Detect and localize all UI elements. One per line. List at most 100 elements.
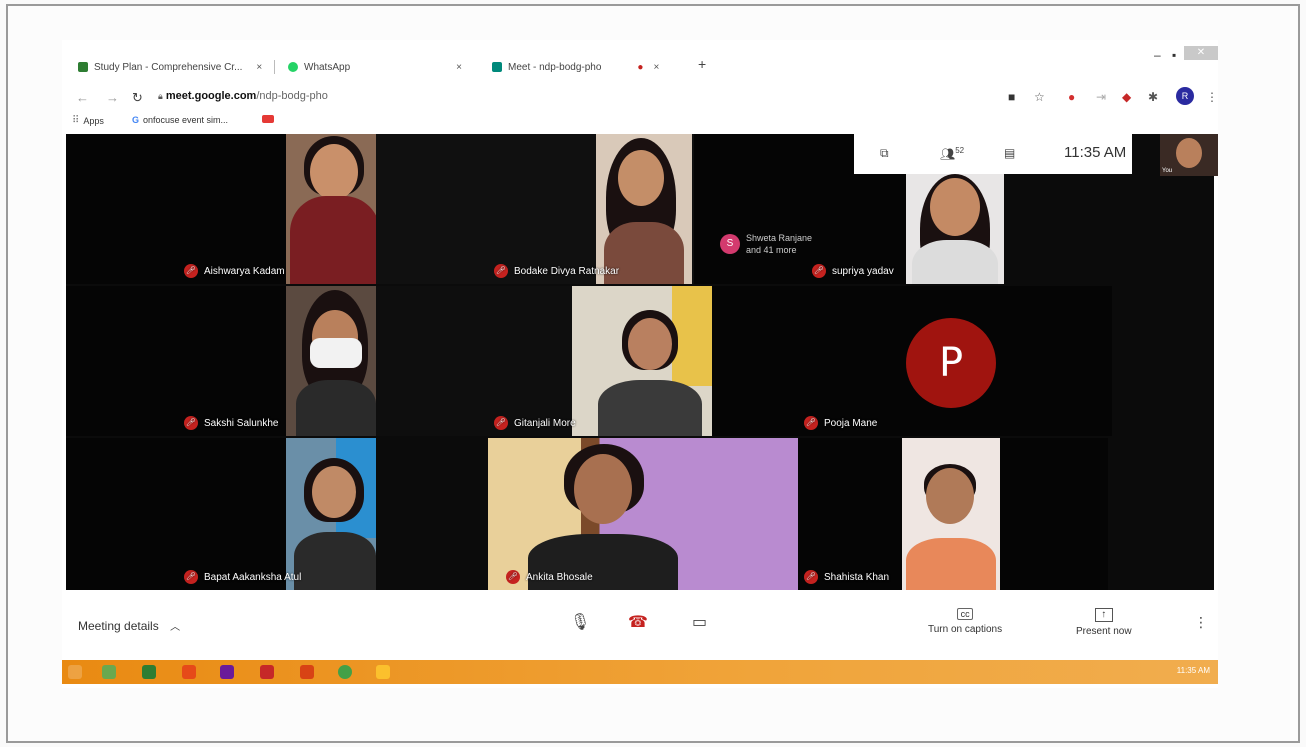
layout-icon[interactable]: ⧉ [880, 146, 889, 161]
google-g-icon: G [132, 115, 140, 125]
participant-avatar: P [906, 318, 996, 408]
participant-tile[interactable]: 🎤︎ Sakshi Salunkhe [66, 286, 376, 436]
url-path: /ndp-bodg-pho [256, 90, 328, 102]
tab-whatsapp[interactable]: WhatsApp × [288, 56, 462, 78]
menu-dots-icon[interactable]: ⋮ [1206, 90, 1218, 104]
leave-call-button[interactable]: ☎︎ [628, 612, 648, 632]
profile-avatar[interactable]: R [1176, 87, 1194, 105]
participant-name: 🎤︎ Shahista Khan [804, 570, 890, 584]
tab-title: Meet - ndp-bodg-pho [508, 61, 602, 73]
participant-video [906, 174, 1004, 284]
participant-tile[interactable]: 🎤︎ Gitanjali More [376, 286, 712, 436]
participants-summary-name: Shweta Ranjane [746, 233, 813, 243]
participants-summary[interactable]: S Shweta Ranjane and 41 more [720, 232, 812, 256]
participant-video [572, 286, 712, 436]
address-bar: ← → ↻ 🔒︎ meet.google.com/ndp-bodg-pho ■ … [62, 84, 1218, 110]
close-tab-icon[interactable]: × [653, 62, 659, 73]
meet-video-grid: 🎤︎ Aishwarya Kadam 🎤︎ Bodake Divya Ratna… [66, 134, 1214, 590]
participant-name: 🎤︎ Bodake Divya Ratnakar [494, 264, 620, 278]
participants-icon[interactable]: 👥︎52 [940, 146, 964, 161]
back-icon[interactable]: ← [76, 90, 89, 105]
start-button[interactable] [68, 665, 82, 679]
firefox-icon[interactable] [182, 665, 196, 679]
taskbar-app-icon[interactable] [260, 665, 274, 679]
tab-title: Study Plan - Comprehensive Cr... [94, 61, 243, 73]
meet-control-bar: Meeting details ︿ 🎙︎ ☎︎ ▭ cc Turn on cap… [62, 590, 1218, 658]
chat-icon[interactable]: ▤ [1004, 146, 1015, 160]
extension-icon[interactable]: ⇥ [1096, 90, 1106, 104]
bookmarks-bar: ⠿ Apps G onfocuse event sim... [62, 110, 1218, 132]
participant-tile[interactable]: P 🎤︎ Pooja Mane [712, 286, 1112, 436]
tab-meet[interactable]: Meet - ndp-bodg-pho ● × [492, 56, 659, 78]
forward-icon[interactable]: → [106, 90, 119, 105]
apps-grid-icon: ⠿ [72, 115, 80, 126]
present-now-button[interactable]: ↑ Present now [1076, 608, 1132, 637]
recording-dot-icon: ● [637, 61, 644, 73]
url-field[interactable]: 🔒︎ meet.google.com/ndp-bodg-pho [158, 90, 328, 102]
meet-top-panel: ⧉ 👥︎52 ▤ 11:35 AM [854, 134, 1132, 174]
url-host: meet.google.com [165, 90, 257, 102]
self-view-label: You [1162, 168, 1173, 174]
extensions-puzzle-icon[interactable]: ✱ [1148, 90, 1158, 104]
participant-name: 🎤︎ Gitanjali More [494, 416, 576, 430]
participant-video [286, 438, 376, 590]
bookmark-youtube[interactable] [262, 115, 274, 123]
chevron-up-icon: ︿ [170, 622, 181, 633]
participant-tile[interactable]: 🎤︎ Bapat Aakanksha Atul [66, 438, 376, 590]
participant-tile[interactable]: 🎤︎ Shahista Khan [798, 438, 1108, 590]
file-explorer-icon[interactable] [376, 665, 390, 679]
participant-video [488, 438, 798, 590]
participant-tile[interactable]: 🎤︎ Aishwarya Kadam [66, 134, 376, 284]
taskbar-clock: 11:35 AM [1176, 666, 1210, 675]
self-view[interactable]: You [1160, 134, 1218, 176]
present-icon: ↑ [1094, 608, 1113, 622]
participant-name: 🎤︎ Ankita Bhosale [506, 570, 593, 584]
visual-studio-icon[interactable] [220, 665, 234, 679]
bookmark-star-icon[interactable]: ☆ [1034, 90, 1045, 104]
new-tab-button[interactable]: + [698, 56, 706, 72]
participant-video [596, 134, 692, 284]
meet-clock: 11:35 AM [1064, 144, 1127, 161]
tab-divider [274, 60, 275, 74]
maximize-icon[interactable]: ▪ [1172, 48, 1176, 62]
mic-off-icon: 🎤︎ [184, 416, 198, 430]
extension-opera-icon[interactable]: ● [1068, 90, 1075, 104]
mic-off-icon: 🎤︎ [494, 416, 508, 430]
minimize-icon[interactable]: – [1154, 48, 1161, 62]
reload-icon[interactable]: ↻ [132, 90, 143, 106]
participant-video [286, 134, 376, 284]
tab-study-plan[interactable]: Study Plan - Comprehensive Cr... × [78, 56, 262, 78]
participants-summary-more: and 41 more [746, 245, 797, 255]
microphone-button[interactable]: 🎙︎ [570, 612, 590, 632]
captions-button[interactable]: cc Turn on captions [928, 608, 1002, 635]
extension-shield-icon[interactable]: ◆ [1122, 90, 1131, 104]
taskbar-app-icon[interactable] [300, 665, 314, 679]
bookmark-apps[interactable]: ⠿ Apps [72, 115, 104, 126]
participant-avatar: S [720, 234, 740, 254]
taskbar-app-icon[interactable] [142, 665, 156, 679]
windows-taskbar: 11:35 AM [62, 660, 1218, 684]
close-window-icon[interactable]: ✕ [1184, 46, 1218, 60]
close-tab-icon[interactable]: × [456, 62, 462, 73]
participant-name: 🎤︎ Bapat Aakanksha Atul [184, 570, 302, 584]
chrome-icon[interactable] [338, 665, 352, 679]
camera-button[interactable]: ▭ [692, 612, 707, 632]
participant-name: 🎤︎ Aishwarya Kadam [184, 264, 285, 278]
taskbar-app-icon[interactable] [102, 665, 116, 679]
bookmark-label: onfocuse event sim... [143, 115, 229, 125]
screen: Study Plan - Comprehensive Cr... × Whats… [62, 40, 1218, 688]
whatsapp-favicon-icon [288, 62, 298, 72]
camera-indicator-icon[interactable]: ■ [1008, 90, 1015, 104]
participant-video [286, 286, 376, 436]
mic-off-icon: 🎤︎ [494, 264, 508, 278]
participant-tile[interactable]: 🎤︎ Ankita Bhosale [488, 438, 798, 590]
meeting-details-button[interactable]: Meeting details ︿ [78, 618, 180, 633]
close-tab-icon[interactable]: × [256, 62, 262, 73]
participant-tile[interactable]: 🎤︎ Bodake Divya Ratnakar [376, 134, 694, 284]
mic-off-icon: 🎤︎ [804, 570, 818, 584]
mic-off-icon: 🎤︎ [184, 570, 198, 584]
youtube-icon [262, 115, 274, 123]
more-options-icon[interactable]: ⋮ [1194, 614, 1208, 631]
bookmark-onfocuse[interactable]: G onfocuse event sim... [132, 115, 228, 125]
cc-icon: cc [957, 608, 974, 620]
